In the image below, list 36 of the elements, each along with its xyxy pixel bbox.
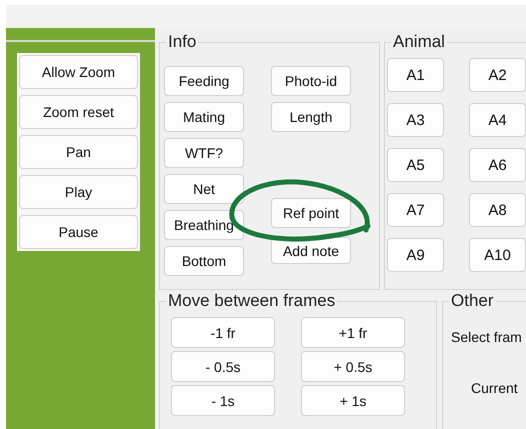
group-title: Animal	[392, 33, 446, 51]
button[interactable]: Net	[164, 174, 244, 204]
button[interactable]: Photo-id	[271, 66, 351, 96]
button[interactable]: Bottom	[164, 246, 244, 276]
button[interactable]: Breathing	[164, 210, 244, 240]
button[interactable]: A3	[387, 103, 444, 137]
button[interactable]: + 0.5s	[301, 351, 405, 382]
button[interactable]: - 0.5s	[171, 351, 275, 382]
button[interactable]: +1 fr	[301, 317, 405, 348]
button[interactable]: A8	[469, 193, 526, 227]
button[interactable]: + 1s	[301, 385, 405, 416]
button[interactable]: A2	[469, 58, 526, 92]
button[interactable]: Ref point	[271, 198, 351, 228]
button[interactable]: Mating	[164, 102, 244, 132]
button[interactable]: Feeding	[164, 66, 244, 96]
button[interactable]: -1 fr	[171, 317, 275, 348]
button[interactable]: A4	[469, 103, 526, 137]
button[interactable]: Pan	[19, 135, 138, 169]
field-label: Current	[471, 380, 518, 396]
button[interactable]: Pause	[19, 215, 138, 249]
button[interactable]: Allow Zoom	[19, 55, 138, 89]
button[interactable]: WTF?	[164, 138, 244, 168]
button[interactable]: A10	[469, 238, 526, 272]
button[interactable]: A1	[387, 58, 444, 92]
field-label: Select fram	[451, 329, 522, 345]
button[interactable]: Play	[19, 175, 138, 209]
group-title: Other	[450, 292, 495, 310]
button[interactable]: Zoom reset	[19, 95, 138, 129]
button[interactable]: Length	[271, 102, 351, 132]
group-title: Info	[167, 33, 198, 51]
group-title: Move between frames	[167, 292, 336, 310]
button[interactable]: A6	[469, 148, 526, 182]
button[interactable]: A7	[387, 193, 444, 227]
button[interactable]: - 1s	[171, 385, 275, 416]
button[interactable]: A5	[387, 148, 444, 182]
button[interactable]: A9	[387, 238, 444, 272]
